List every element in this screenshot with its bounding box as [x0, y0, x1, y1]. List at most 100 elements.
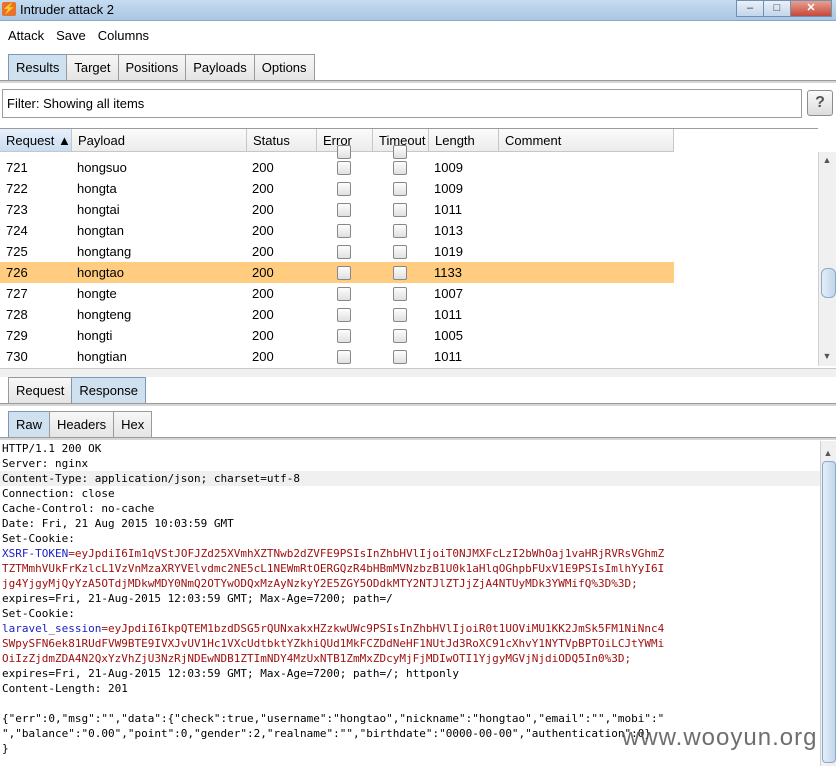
tab-payloads[interactable]: Payloads [185, 54, 255, 81]
response-raw-view[interactable]: HTTP/1.1 200 OK Server: nginx Content-Ty… [0, 441, 820, 766]
error-checkbox[interactable] [337, 182, 351, 196]
cookie-line: SWpySFN6ek81RUdFVW9BTE9IVXJvUV1Hc1VXcUdt… [2, 637, 665, 650]
close-button[interactable]: ✕ [790, 0, 832, 17]
scroll-up-icon[interactable]: ▲ [821, 154, 833, 166]
error-checkbox[interactable] [337, 161, 351, 175]
column-comment[interactable]: Comment [499, 129, 674, 152]
cell-request: 725 [6, 244, 28, 259]
view-tabs: Raw Headers Hex [8, 411, 153, 438]
cell-request: 729 [6, 328, 28, 343]
timeout-checkbox[interactable] [393, 329, 407, 343]
cell-request: 722 [6, 181, 28, 196]
cell-length: 1007 [434, 286, 463, 301]
table-row[interactable]: 721 hongsuo 200 1009 [0, 157, 674, 178]
column-length[interactable]: Length [429, 129, 499, 152]
main-tabs-underline [0, 80, 836, 83]
response-line: expires=Fri, 21-Aug-2015 12:03:59 GMT; M… [2, 667, 459, 680]
menu-attack[interactable]: Attack [0, 26, 48, 46]
error-checkbox[interactable] [337, 245, 351, 259]
timeout-checkbox[interactable] [393, 161, 407, 175]
cell-status: 200 [252, 223, 274, 238]
response-line: Date: Fri, 21 Aug 2015 10:03:59 GMT [2, 517, 234, 530]
timeout-checkbox[interactable] [393, 203, 407, 217]
table-row[interactable]: 728 hongteng 200 1011 [0, 304, 674, 325]
table-row[interactable]: 722 hongta 200 1009 [0, 178, 674, 199]
tab-results[interactable]: Results [8, 54, 68, 81]
response-scroll-thumb[interactable] [822, 461, 836, 763]
response-line: Content-Type: application/json; charset=… [0, 471, 820, 486]
timeout-checkbox[interactable] [393, 308, 407, 322]
timeout-checkbox[interactable] [393, 350, 407, 364]
split-divider[interactable] [0, 368, 836, 377]
error-checkbox[interactable] [337, 308, 351, 322]
table-scrollbar[interactable]: ▲ ▼ [818, 152, 836, 366]
timeout-checkbox[interactable] [393, 287, 407, 301]
tab-positions[interactable]: Positions [117, 54, 187, 81]
response-line: Connection: close [2, 487, 115, 500]
tab-headers[interactable]: Headers [49, 411, 115, 438]
tab-hex[interactable]: Hex [113, 411, 153, 438]
cell-status: 200 [252, 181, 274, 196]
laravel-session-value: =eyJpdiI6IkpQTEM1bzdDSG5rQUNxakxHZzkwUWc… [101, 622, 665, 635]
timeout-checkbox[interactable] [393, 182, 407, 196]
timeout-checkbox[interactable] [393, 224, 407, 238]
laravel-session-key: laravel_session [2, 622, 102, 635]
cookie-line: OiIzZjdmZDA4N2QxYzVhZjU3NzRjNDEwNDB1ZTIm… [2, 652, 632, 665]
cell-payload: hongta [77, 181, 117, 196]
error-checkbox[interactable] [337, 329, 351, 343]
help-icon[interactable]: ? [807, 90, 833, 116]
timeout-checkbox[interactable] [393, 266, 407, 280]
column-request[interactable]: Request ▲ [0, 129, 72, 152]
column-status[interactable]: Status [247, 129, 317, 152]
cell-status: 200 [252, 265, 274, 280]
cell-status: 200 [252, 349, 274, 364]
scroll-up-icon[interactable]: ▲ [822, 447, 834, 459]
cell-request: 730 [6, 349, 28, 364]
filter-bar[interactable]: Filter: Showing all items [2, 89, 802, 118]
menu-save[interactable]: Save [48, 26, 90, 46]
table-row[interactable]: 726 hongtao 200 1133 [0, 262, 674, 283]
table-row[interactable]: 730 hongtian 200 1011 [0, 346, 674, 367]
cell-request: 726 [6, 265, 28, 280]
column-payload[interactable]: Payload [72, 129, 247, 152]
tab-raw[interactable]: Raw [8, 411, 51, 438]
timeout-checkbox[interactable] [393, 245, 407, 259]
response-line: Content-Length: 201 [2, 682, 128, 695]
response-line: Server: nginx [2, 457, 89, 470]
minimize-button[interactable]: – [736, 0, 764, 17]
table-row[interactable]: 724 hongtan 200 1013 [0, 220, 674, 241]
table-scroll-thumb[interactable] [821, 268, 836, 298]
response-scrollbar[interactable]: ▲ [820, 441, 836, 766]
cell-payload: hongti [77, 328, 113, 343]
error-checkbox[interactable] [337, 266, 351, 280]
response-line: expires=Fri, 21-Aug-2015 12:03:59 GMT; M… [2, 592, 393, 605]
tab-response[interactable]: Response [71, 377, 146, 404]
maximize-button[interactable]: □ [763, 0, 791, 17]
cell-status: 200 [252, 244, 274, 259]
menu-columns[interactable]: Columns [90, 26, 153, 46]
table-row[interactable]: 725 hongtang 200 1019 [0, 241, 674, 262]
error-checkbox[interactable] [337, 287, 351, 301]
table-row[interactable]: 727 hongte 200 1007 [0, 283, 674, 304]
error-checkbox[interactable] [337, 203, 351, 217]
title-bar: ⚡ Intruder attack 2 – □ ✕ [0, 0, 836, 21]
watermark-text: www.wooyun.org [622, 724, 818, 751]
menu-bar: Attack Save Columns [0, 26, 153, 46]
cell-length: 1009 [434, 181, 463, 196]
tab-target[interactable]: Target [66, 54, 119, 81]
scroll-down-icon[interactable]: ▼ [821, 350, 833, 362]
cell-payload: hongtian [77, 349, 127, 364]
cell-payload: hongteng [77, 307, 132, 322]
cell-length: 1005 [434, 328, 463, 343]
cell-request: 723 [6, 202, 28, 217]
error-checkbox[interactable] [337, 224, 351, 238]
error-checkbox[interactable] [337, 350, 351, 364]
cell-payload: hongtang [77, 244, 132, 259]
view-tabs-underline [0, 437, 836, 440]
table-row[interactable]: 723 hongtai 200 1011 [0, 199, 674, 220]
tab-options[interactable]: Options [253, 54, 315, 81]
tab-request[interactable]: Request [8, 377, 73, 404]
xsrf-token-value: =eyJpdiI6Im1qVStJOFJZd25XVmhXZTNwb2dZVFE… [68, 547, 665, 560]
cell-status: 200 [252, 160, 274, 175]
table-row[interactable]: 729 hongti 200 1005 [0, 325, 674, 346]
